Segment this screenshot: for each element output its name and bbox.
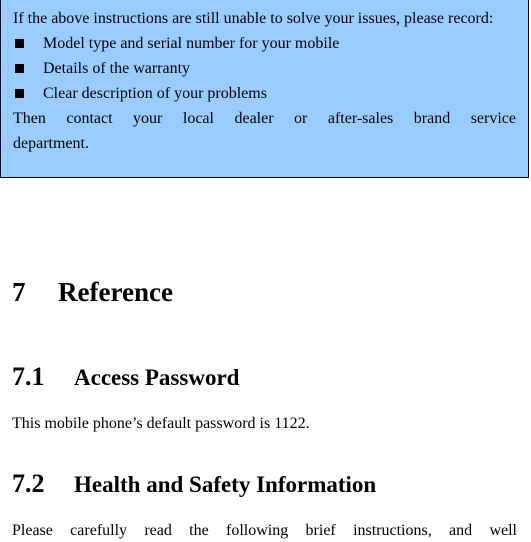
section-number: 7 [12, 277, 26, 307]
troubleshooting-note-box: If the above instructions are still unab… [0, 0, 529, 178]
note-closing-line-end: department. [13, 135, 89, 152]
subsection-number: 7.1 [12, 362, 45, 391]
subsection-number: 7.2 [12, 469, 45, 498]
square-bullet-icon [15, 89, 24, 98]
subsection-title: Access Password [74, 365, 240, 390]
note-intro: If the above instructions are still unab… [13, 10, 494, 27]
health-safety-text: Please carefully read the following brie… [12, 522, 517, 539]
subsection-heading-health-safety: 7.2 Health and Safety Information [12, 469, 376, 503]
subsection-title: Health and Safety Information [74, 472, 377, 497]
list-item: Details of the warranty [13, 56, 516, 81]
subsection-heading-access-password: 7.1 Access Password [12, 362, 239, 396]
section-title: Reference [58, 277, 173, 307]
list-item: Model type and serial number for your mo… [13, 31, 516, 56]
note-list: Model type and serial number for your mo… [13, 31, 516, 106]
note-closing-line: Then contact your local dealer or after-… [13, 110, 516, 127]
access-password-text: This mobile phone’s default password is … [12, 415, 310, 432]
list-item-text: Clear description of your problems [43, 85, 267, 102]
square-bullet-icon [15, 64, 24, 73]
list-item-text: Details of the warranty [43, 60, 191, 77]
list-item-text: Model type and serial number for your mo… [43, 35, 340, 52]
square-bullet-icon [15, 39, 24, 48]
section-heading-reference: 7 Reference [12, 276, 173, 308]
list-item: Clear description of your problems [13, 81, 516, 106]
